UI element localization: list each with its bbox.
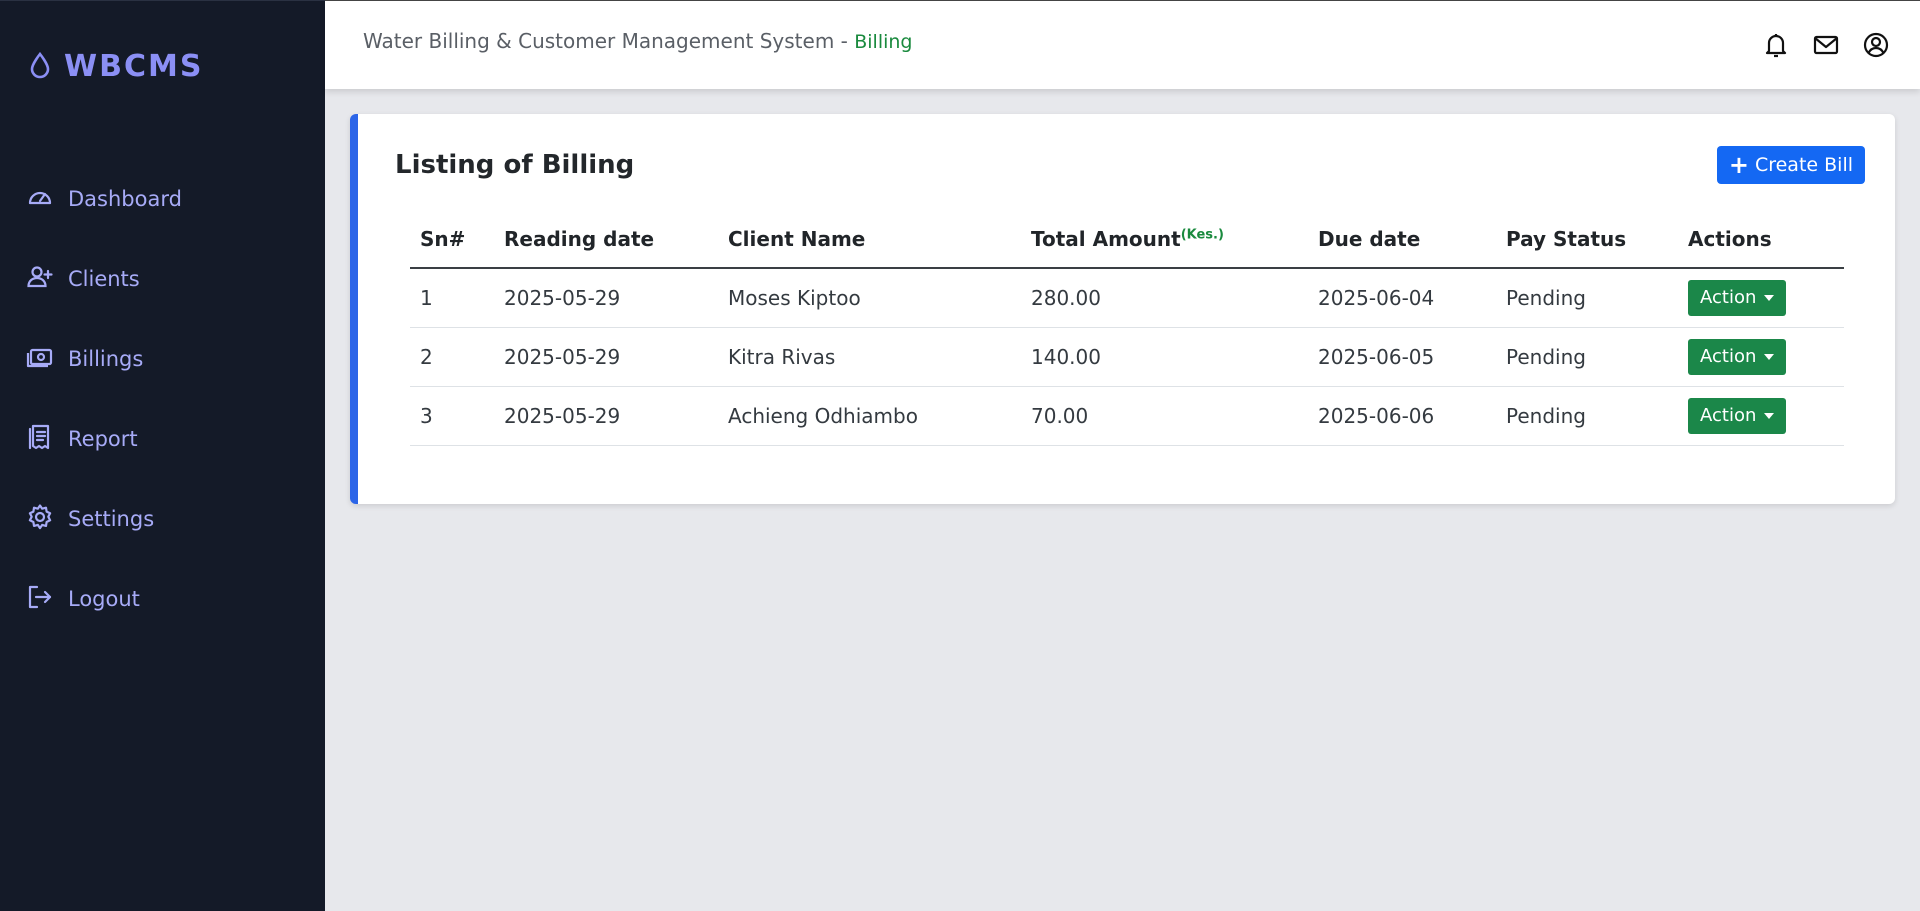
cell-pay-status: Pending (1496, 327, 1678, 387)
cell-pay-status: Pending (1496, 386, 1678, 446)
billing-table: Sn# Reading date Client Name Total Amoun… (410, 210, 1844, 446)
billing-card: Listing of Billing + Create Bill Sn# Rea… (350, 114, 1895, 504)
sidebar-item-report[interactable]: Report (0, 399, 325, 479)
cell-actions: Action (1678, 268, 1844, 328)
user-circle-icon[interactable] (1862, 31, 1890, 63)
cell-pay-status: Pending (1496, 268, 1678, 328)
table-row: 3 2025-05-29 Achieng Odhiambo 70.00 2025… (410, 386, 1844, 446)
bell-icon[interactable] (1762, 31, 1790, 63)
action-dropdown-button[interactable]: Action (1688, 279, 1787, 316)
sidebar-item-label: Logout (68, 587, 140, 611)
action-label: Action (1700, 405, 1757, 426)
column-header-actions: Actions (1678, 210, 1844, 269)
caret-down-icon (1764, 412, 1775, 419)
sidebar: WBCMS Dashboard Clients Billings Report … (0, 0, 325, 911)
app-title: Water Billing & Customer Management Syst… (363, 29, 913, 53)
sidebar-item-dashboard[interactable]: Dashboard (0, 159, 325, 239)
cell-sn: 3 (410, 386, 494, 446)
action-dropdown-button[interactable]: Action (1688, 338, 1787, 375)
table-row: 2 2025-05-29 Kitra Rivas 140.00 2025-06-… (410, 327, 1844, 387)
sidebar-nav: Dashboard Clients Billings Report Settin… (0, 159, 325, 639)
sidebar-item-label: Dashboard (68, 187, 182, 211)
cell-due-date: 2025-06-05 (1308, 327, 1496, 387)
table-header-row: Sn# Reading date Client Name Total Amoun… (410, 210, 1844, 269)
action-dropdown-button[interactable]: Action (1688, 397, 1787, 434)
plus-icon: + (1728, 151, 1749, 179)
cell-client-name: Kitra Rivas (718, 327, 1021, 387)
total-amount-label: Total Amount (1031, 226, 1181, 251)
caret-down-icon (1764, 353, 1775, 360)
column-header-total-amount: Total Amount(Kes.) (1021, 210, 1308, 269)
envelope-icon[interactable] (1812, 31, 1840, 63)
caret-down-icon (1764, 294, 1775, 301)
cell-actions: Action (1678, 386, 1844, 446)
action-label: Action (1700, 346, 1757, 367)
create-bill-button[interactable]: + Create Bill (1716, 146, 1865, 184)
receipt-icon (26, 423, 54, 455)
cell-total-amount: 280.00 (1021, 268, 1308, 328)
column-header-client-name: Client Name (718, 210, 1021, 269)
sidebar-item-logout[interactable]: Logout (0, 559, 325, 639)
action-label: Action (1700, 287, 1757, 309)
cell-reading-date: 2025-05-29 (494, 327, 718, 387)
gear-icon (26, 503, 54, 535)
column-header-sn: Sn# (410, 210, 494, 269)
cell-sn: 1 (410, 268, 494, 328)
create-bill-label: Create Bill (1754, 154, 1853, 176)
brand[interactable]: WBCMS (28, 49, 203, 84)
cell-due-date: 2025-06-04 (1308, 268, 1496, 328)
sidebar-item-clients[interactable]: Clients (0, 239, 325, 319)
cell-reading-date: 2025-05-29 (494, 268, 718, 328)
cell-sn: 2 (410, 327, 494, 387)
sidebar-item-label: Clients (68, 267, 140, 291)
cell-client-name: Moses Kiptoo (718, 268, 1021, 328)
cell-actions: Action (1678, 327, 1844, 387)
cell-reading-date: 2025-05-29 (494, 386, 718, 446)
cell-total-amount: 140.00 (1021, 327, 1308, 387)
money-icon (26, 343, 54, 375)
topbar-actions (1762, 31, 1890, 63)
user-plus-icon (26, 263, 54, 295)
cell-due-date: 2025-06-06 (1308, 386, 1496, 446)
water-drop-icon (28, 51, 52, 83)
sidebar-item-billings[interactable]: Billings (0, 319, 325, 399)
top-bar: Water Billing & Customer Management Syst… (325, 0, 1920, 89)
system-name: Water Billing & Customer Management Syst… (363, 29, 848, 53)
sidebar-item-label: Settings (68, 507, 155, 531)
gauge-icon (26, 183, 54, 215)
brand-name: WBCMS (64, 49, 204, 84)
column-header-due-date: Due date (1308, 210, 1496, 269)
currency-unit: (Kes.) (1180, 226, 1224, 242)
sidebar-item-label: Report (68, 427, 138, 451)
sidebar-item-label: Billings (68, 347, 144, 371)
column-header-pay-status: Pay Status (1496, 210, 1678, 269)
logout-icon (26, 583, 54, 615)
column-header-reading-date: Reading date (494, 210, 718, 269)
cell-total-amount: 70.00 (1021, 386, 1308, 446)
table-row: 1 2025-05-29 Moses Kiptoo 280.00 2025-06… (410, 268, 1844, 328)
sidebar-item-settings[interactable]: Settings (0, 479, 325, 559)
page-title: Listing of Billing (395, 150, 635, 180)
cell-client-name: Achieng Odhiambo (718, 386, 1021, 446)
current-page-label: Billing (854, 31, 913, 53)
